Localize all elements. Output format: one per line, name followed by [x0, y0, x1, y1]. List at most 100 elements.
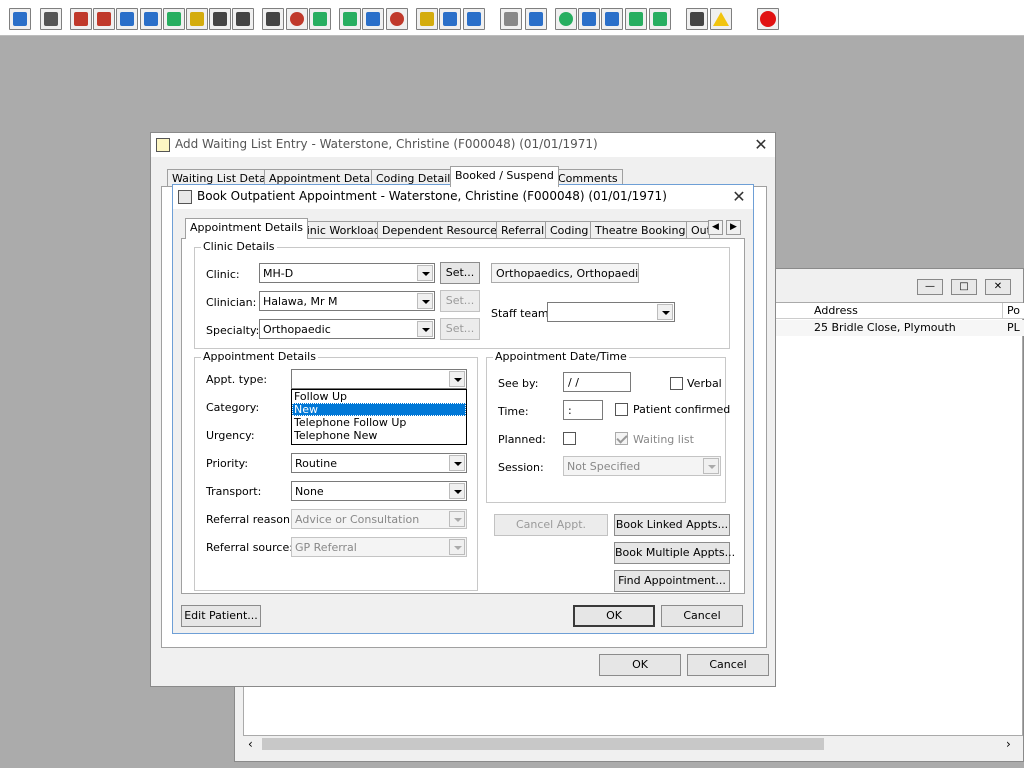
toolbar-button-message[interactable]	[578, 8, 600, 30]
specialty-set-button[interactable]: Set...	[440, 318, 480, 340]
doctor-icon	[167, 12, 181, 26]
chevron-down-icon[interactable]	[449, 483, 465, 499]
toolbar-button-list[interactable]	[416, 8, 438, 30]
transport-label: Transport:	[206, 485, 262, 498]
cancel-appt-button[interactable]: Cancel Appt.	[494, 514, 608, 536]
tab-booked-suspend[interactable]: Booked / Suspend	[450, 166, 559, 187]
book-multiple-appts-button[interactable]: Book Multiple Appts...	[614, 542, 735, 564]
dropdown-option-telephone-new[interactable]: Telephone New	[292, 429, 466, 442]
toolbar-button-document[interactable]	[500, 8, 522, 30]
transport-select[interactable]: None	[291, 481, 467, 501]
outer-cancel-button[interactable]: Cancel	[687, 654, 769, 676]
toolbar-button-inbox[interactable]	[601, 8, 623, 30]
inner-ok-button[interactable]: OK	[573, 605, 655, 627]
chevron-down-icon[interactable]	[417, 293, 433, 309]
toolbar-button-stopwatch[interactable]	[386, 8, 408, 30]
priority-select[interactable]: Routine	[291, 453, 467, 473]
toolbar-button-ambulance[interactable]	[209, 8, 231, 30]
find-appointment-button[interactable]: Find Appointment...	[614, 570, 730, 592]
referral-source-select[interactable]: GP Referral	[291, 537, 467, 557]
toolbar-button-admit[interactable]	[463, 8, 485, 30]
patient-confirmed-checkbox[interactable]	[615, 403, 628, 416]
tab-coding[interactable]: Coding	[545, 221, 594, 239]
chevron-down-icon[interactable]	[703, 458, 719, 474]
clinic-select[interactable]: MH-D	[259, 263, 435, 283]
outer-titlebar: Add Waiting List Entry - Waterstone, Chr…	[151, 133, 775, 157]
clinic-set-button[interactable]: Set...	[440, 262, 480, 284]
toolbar-button-book[interactable]	[70, 8, 92, 30]
inner-close-button[interactable]: ✕	[729, 187, 749, 207]
dropdown-option-telephone-follow-up[interactable]: Telephone Follow Up	[292, 416, 466, 429]
tab-referral[interactable]: Referral	[496, 221, 550, 239]
dropdown-option-follow-up[interactable]: Follow Up	[292, 390, 466, 403]
tab-theatre-bookings[interactable]: Theatre Bookings	[590, 221, 697, 239]
upload-icon	[653, 12, 667, 26]
toolbar-button-edit[interactable]	[93, 8, 115, 30]
toolbar-button-upload[interactable]	[649, 8, 671, 30]
referral-reason-select[interactable]: Advice or Consultation	[291, 509, 467, 529]
toolbar-button-search[interactable]	[262, 8, 284, 30]
chevron-down-icon[interactable]	[417, 321, 433, 337]
tab-outcome-partial[interactable]: Out	[686, 221, 710, 239]
appointment-datetime-group: Appointment Date/Time See by: / / Verbal…	[486, 350, 730, 503]
chevron-down-icon[interactable]	[449, 371, 465, 387]
toolbar-button-form[interactable]	[116, 8, 138, 30]
scroll-left-icon[interactable]: ‹	[248, 737, 253, 751]
chevron-down-icon[interactable]	[417, 265, 433, 281]
toolbar-button-ambulance2[interactable]	[232, 8, 254, 30]
planned-checkbox[interactable]	[563, 432, 576, 445]
minimize-button[interactable]: —	[917, 279, 943, 295]
toolbar-button-warning[interactable]	[710, 8, 732, 30]
toolbar-button-doctor[interactable]	[163, 8, 185, 30]
toolbar-button-calendar[interactable]	[362, 8, 384, 30]
dropdown-option-new[interactable]: New	[292, 403, 466, 416]
toolbar-button-monitor[interactable]	[309, 8, 331, 30]
outer-ok-button[interactable]: OK	[599, 654, 681, 676]
time-input[interactable]: :	[563, 400, 603, 420]
close-button[interactable]: ✕	[985, 279, 1011, 295]
specialty-select[interactable]: Orthopaedic	[259, 319, 435, 339]
toolbar-button-bed[interactable]	[439, 8, 461, 30]
staff-team-select[interactable]	[547, 302, 675, 322]
scrollbar-thumb[interactable]	[262, 738, 824, 750]
patient-confirmed-label: Patient confirmed	[633, 403, 731, 416]
tab-scroll-left-icon[interactable]: ◀	[708, 220, 723, 235]
chevron-down-icon[interactable]	[449, 511, 465, 527]
toolbar-button-download[interactable]	[625, 8, 647, 30]
toolbar-button-printer[interactable]	[40, 8, 62, 30]
toolbar-button-exit[interactable]	[757, 8, 779, 30]
toolbar-button-swap[interactable]	[686, 8, 708, 30]
outer-close-button[interactable]: ✕	[751, 135, 771, 155]
person-icon	[13, 12, 27, 26]
clinician-set-button[interactable]: Set...	[440, 290, 480, 312]
verbal-checkbox[interactable]	[670, 377, 683, 390]
toolbar-button-globe[interactable]	[555, 8, 577, 30]
toolbar-button-notes[interactable]	[186, 8, 208, 30]
edit-patient-button[interactable]: Edit Patient...	[181, 605, 261, 627]
toolbar-button-chart[interactable]	[339, 8, 361, 30]
list-icon	[420, 12, 434, 26]
session-select[interactable]: Not Specified	[563, 456, 721, 476]
column-header-postcode[interactable]: Po	[1007, 304, 1020, 317]
toolbar-button-clock[interactable]	[286, 8, 308, 30]
book-linked-appts-button[interactable]: Book Linked Appts...	[614, 514, 730, 536]
chevron-down-icon[interactable]	[657, 304, 673, 320]
horizontal-scrollbar[interactable]: ‹ ›	[244, 736, 1022, 752]
see-by-date-input[interactable]: / /	[563, 372, 631, 392]
column-header-address[interactable]: Address	[814, 304, 858, 317]
scroll-right-icon[interactable]: ›	[1006, 737, 1011, 751]
tab-scroll-right-icon[interactable]: ▶	[726, 220, 741, 235]
chevron-down-icon[interactable]	[449, 539, 465, 555]
waiting-list-checkbox[interactable]	[615, 432, 628, 445]
clinician-select[interactable]: Halawa, Mr M	[259, 291, 435, 311]
toolbar-button-bar-chart[interactable]	[525, 8, 547, 30]
tab-appointment-details-inner[interactable]: Appointment Details	[185, 218, 308, 239]
inbox-icon	[605, 12, 619, 26]
chevron-down-icon[interactable]	[449, 455, 465, 471]
maximize-button[interactable]: □	[951, 279, 977, 295]
toolbar-button-person[interactable]	[9, 8, 31, 30]
toolbar-button-m[interactable]	[140, 8, 162, 30]
tab-dependent-resources[interactable]: Dependent Resources	[377, 221, 508, 239]
appt-type-select[interactable]	[291, 369, 467, 389]
inner-cancel-button[interactable]: Cancel	[661, 605, 743, 627]
